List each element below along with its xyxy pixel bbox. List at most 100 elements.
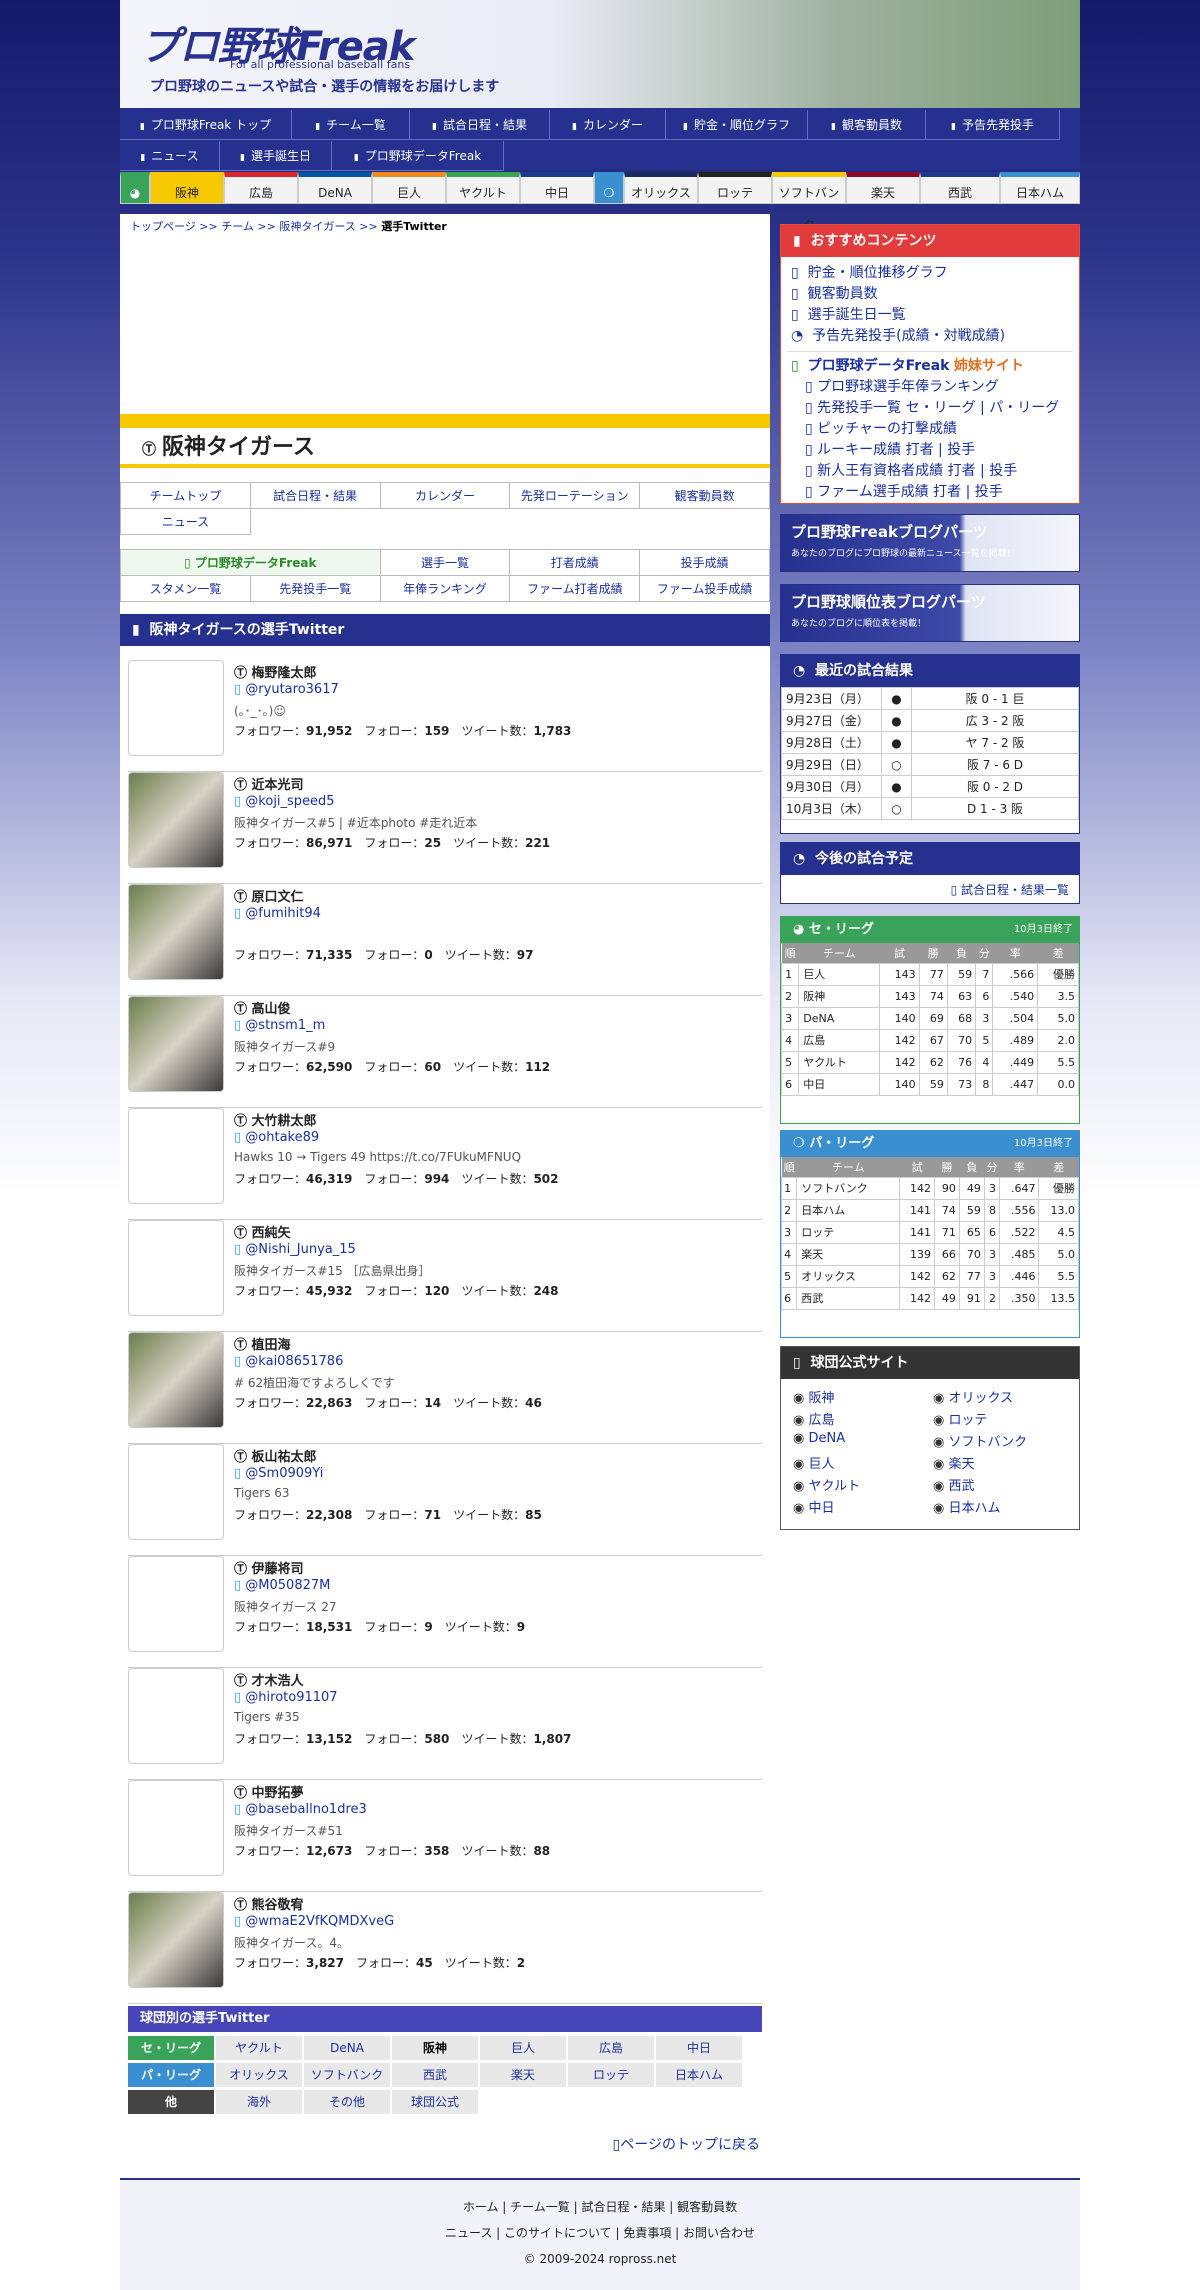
player-handle[interactable]: ▯ @baseballno1dre3 [234, 1802, 367, 1817]
result-row[interactable]: 9月27日（金） ● 広 3 - 2 阪 [781, 709, 1079, 732]
breadcrumb-teams[interactable]: チーム [221, 220, 254, 233]
player-handle[interactable]: ▯ @Sm0909Yi [234, 1466, 323, 1481]
club-link-lotte[interactable]: ロッテ [568, 2063, 654, 2087]
sister-item[interactable]: ▯ ルーキー成績 打者 | 投手 [781, 440, 1079, 461]
team-tab-hanshin[interactable]: 阪神 [150, 172, 224, 204]
official-site-link[interactable]: ◉ 阪神 [793, 1387, 835, 1406]
footer-links-2[interactable]: ニュース | このサイトについて | 免責事項 | お問い合わせ [120, 2224, 1080, 2241]
standings-team[interactable]: 広島 [798, 1028, 881, 1052]
result-row[interactable]: 9月30日（月） ● 阪 0 - 2 D [781, 775, 1079, 798]
club-link-orix[interactable]: オリックス [216, 2063, 302, 2087]
official-site-link[interactable]: ◉ 楽天 [933, 1453, 975, 1472]
player-avatar[interactable] [128, 1556, 224, 1652]
club-link-hanshin[interactable]: 阪神 [392, 2036, 478, 2060]
standings-team[interactable]: ロッテ [796, 1220, 901, 1244]
result-row[interactable]: 9月23日（月） ● 阪 0 - 1 巨 [781, 687, 1079, 710]
sister-item[interactable]: ▯ ファーム選手成績 打者 | 投手 [781, 482, 1079, 503]
team-tab-orix[interactable]: オリックス [624, 172, 698, 204]
standings-team[interactable]: 楽天 [796, 1242, 901, 1266]
player-avatar[interactable] [128, 1668, 224, 1764]
data-freak-link[interactable]: ▯ プロ野球データFreak [120, 549, 381, 576]
gnav-item-attendance[interactable]: ▮ 観客動員数 [808, 110, 926, 140]
team-tab-nipponham[interactable]: 日本ハム [1000, 172, 1080, 204]
schedule-link[interactable]: ▯ 試合日程・結果一覧 [781, 875, 1079, 904]
player-avatar[interactable] [128, 1108, 224, 1204]
data-menu-lineups[interactable]: スタメン一覧 [120, 575, 251, 602]
sister-item[interactable]: ▯ プロ野球選手年俸ランキング [781, 377, 1079, 398]
standings-team[interactable]: オリックス [796, 1264, 901, 1288]
gnav-item-birthday[interactable]: ▮ 選手誕生日 [220, 141, 332, 171]
team-tab-rakuten[interactable]: 楽天 [846, 172, 920, 204]
official-site-link[interactable]: ◉ 広島 [793, 1409, 835, 1428]
club-link-overseas[interactable]: 海外 [216, 2090, 302, 2114]
player-avatar[interactable] [128, 996, 224, 1092]
gnav-item-teams[interactable]: ▮ チーム一覧 [292, 110, 410, 140]
footer-links-1[interactable]: ホーム | チーム一覧 | 試合日程・結果 | 観客動員数 [120, 2198, 1080, 2215]
player-avatar[interactable] [128, 660, 224, 756]
official-site-link[interactable]: ◉ オリックス [933, 1387, 1013, 1406]
player-handle[interactable]: ▯ @fumihit94 [234, 906, 321, 921]
club-link-rakuten[interactable]: 楽天 [480, 2063, 566, 2087]
standings-parts-banner[interactable]: プロ野球順位表ブログパーツ あなたのブログに順位表を掲載！ [780, 584, 1080, 642]
standings-team[interactable]: ヤクルト [798, 1050, 881, 1074]
team-tab-chunichi[interactable]: 中日 [520, 172, 594, 204]
team-tab-seibu[interactable]: 西武 [920, 172, 1000, 204]
standings-team[interactable]: DeNA [798, 1006, 881, 1030]
club-link-yakult[interactable]: ヤクルト [216, 2036, 302, 2060]
official-site-link[interactable]: ◉ ヤクルト [793, 1475, 860, 1494]
back-to-top-link[interactable]: ▯ページのトップに戻る [120, 2134, 760, 2154]
standings-team[interactable]: ソフトバンク [796, 1176, 901, 1200]
player-avatar[interactable] [128, 772, 224, 868]
result-row[interactable]: 9月28日（土） ● ヤ 7 - 2 阪 [781, 731, 1079, 754]
player-avatar[interactable] [128, 1892, 224, 1988]
player-handle[interactable]: ▯ @hiroto91107 [234, 1690, 338, 1705]
player-handle[interactable]: ▯ @ryutaro3617 [234, 682, 339, 697]
gnav-item-datafreak[interactable]: ▮ プロ野球データFreak [332, 141, 504, 171]
sister-site-link[interactable]: ▯ プロ野球データFreak 姉妹サイト [781, 356, 1079, 377]
player-handle[interactable]: ▯ @ohtake89 [234, 1130, 319, 1145]
data-menu-farm-batting[interactable]: ファーム打者成績 [509, 575, 641, 602]
club-link-giants[interactable]: 巨人 [480, 2036, 566, 2060]
team-menu-top[interactable]: チームトップ [120, 482, 251, 509]
player-avatar[interactable] [128, 1780, 224, 1876]
player-avatar[interactable] [128, 1444, 224, 1540]
club-link-nipponham[interactable]: 日本ハム [656, 2063, 742, 2087]
recommend-item[interactable]: ▯ 観客動員数 [781, 284, 1079, 305]
player-handle[interactable]: ▯ @wmaE2VfKQMDXveG [234, 1914, 394, 1929]
team-tab-lotte[interactable]: ロッテ [698, 172, 772, 204]
team-tab-softbank[interactable]: ソフトバンク [772, 172, 846, 232]
player-handle[interactable]: ▯ @stnsm1_m [234, 1018, 325, 1033]
player-handle[interactable]: ▯ @M050827M [234, 1578, 330, 1593]
result-row[interactable]: 9月29日（日） ○ 阪 7 - 6 D [781, 753, 1079, 776]
official-site-link[interactable]: ◉ ロッテ [933, 1409, 988, 1428]
gnav-item-top[interactable]: ▮ プロ野球Freak トップ [120, 110, 292, 140]
standings-team[interactable]: 西武 [796, 1286, 901, 1310]
club-link-softbank[interactable]: ソフトバンク [304, 2063, 390, 2087]
gnav-item-news[interactable]: ▮ ニュース [120, 141, 220, 171]
gnav-item-probable[interactable]: ▮ 予告先発投手 [926, 110, 1060, 140]
data-menu-salary[interactable]: 年俸ランキング [379, 575, 511, 602]
player-avatar[interactable] [128, 884, 224, 980]
sister-item[interactable]: ▯ ピッチャーの打撃成績 [781, 419, 1079, 440]
official-site-link[interactable]: ◉ DeNA [793, 1431, 845, 1446]
club-link-hiroshima[interactable]: 広島 [568, 2036, 654, 2060]
gnav-item-calendar[interactable]: ▮ カレンダー [550, 110, 666, 140]
standings-team[interactable]: 日本ハム [796, 1198, 901, 1222]
data-menu-farm-pitching[interactable]: ファーム投手成績 [639, 575, 770, 602]
player-avatar[interactable] [128, 1332, 224, 1428]
player-handle[interactable]: ▯ @Nishi_Junya_15 [234, 1242, 356, 1257]
standings-team[interactable]: 阪神 [798, 984, 881, 1008]
player-handle[interactable]: ▯ @koji_speed5 [234, 794, 335, 809]
team-menu-calendar[interactable]: カレンダー [379, 482, 511, 509]
official-site-link[interactable]: ◉ 中日 [793, 1497, 835, 1516]
data-menu-batting[interactable]: 打者成績 [509, 549, 641, 576]
data-menu-pitching[interactable]: 投手成績 [639, 549, 770, 576]
recommend-item[interactable]: ▯ 貯金・順位推移グラフ [781, 263, 1079, 284]
breadcrumb-home[interactable]: トップページ [130, 220, 196, 233]
result-row[interactable]: 10月3日（木） ○ D 1 - 3 阪 [781, 797, 1079, 820]
standings-team[interactable]: 巨人 [798, 962, 881, 986]
club-link-dena[interactable]: DeNA [304, 2036, 390, 2060]
official-site-link[interactable]: ◉ ソフトバンク [933, 1431, 1027, 1450]
team-menu-attendance[interactable]: 観客動員数 [639, 482, 770, 509]
club-link-chunichi[interactable]: 中日 [656, 2036, 742, 2060]
